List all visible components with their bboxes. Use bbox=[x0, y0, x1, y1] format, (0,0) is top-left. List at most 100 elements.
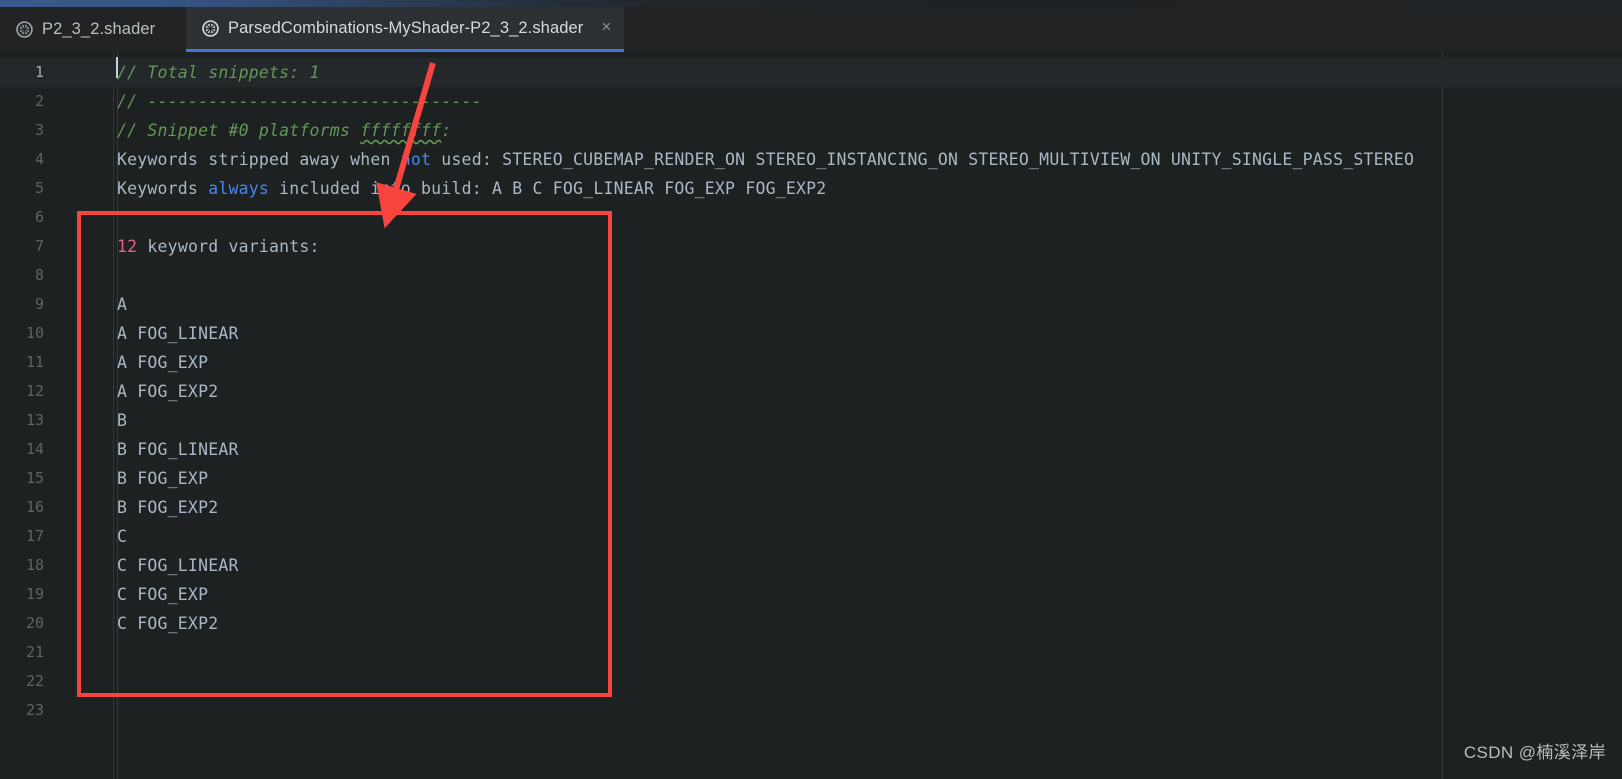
tab-p2-3-2-shader[interactable]: P2_3_2.shader bbox=[0, 7, 179, 52]
code-token: B bbox=[117, 411, 128, 430]
code-line[interactable]: 10 A FOG_LINEAR bbox=[0, 319, 1622, 348]
code-line[interactable]: 9A bbox=[0, 290, 1622, 319]
code-line[interactable]: 8 bbox=[0, 261, 1622, 290]
code-line[interactable]: 1 // Total snippets: 1 bbox=[0, 58, 1622, 87]
code-line[interactable]: 20 C FOG_EXP2 bbox=[0, 609, 1622, 638]
text-caret bbox=[116, 57, 118, 78]
line-number: 8 bbox=[34, 266, 44, 284]
code-token: C FOG_LINEAR bbox=[117, 556, 239, 575]
code-text: // --------------------------------- bbox=[117, 87, 482, 116]
code-token: always bbox=[208, 179, 270, 198]
line-number: 4 bbox=[34, 150, 44, 168]
code-token: 12 bbox=[117, 237, 138, 256]
close-icon[interactable]: × bbox=[598, 18, 614, 36]
code-line[interactable]: 11 A FOG_EXP bbox=[0, 348, 1622, 377]
tab-label: P2_3_2.shader bbox=[42, 20, 156, 38]
code-text: 12 keyword variants: bbox=[117, 232, 320, 261]
code-text: B FOG_EXP2 bbox=[117, 493, 218, 522]
line-number: 16 bbox=[25, 498, 44, 516]
line-number: 15 bbox=[25, 469, 44, 487]
line-number: 22 bbox=[25, 672, 44, 690]
line-number: 7 bbox=[34, 237, 44, 255]
code-line[interactable]: 5 Keywords always included into build: A … bbox=[0, 174, 1622, 203]
line-number: 6 bbox=[34, 208, 44, 226]
code-line[interactable]: 22 bbox=[0, 667, 1622, 696]
code-text: Keywords always included into build: A B… bbox=[117, 174, 826, 203]
tab-parsedcombinations-myshader-p2-3-2-shader[interactable]: ParsedCombinations-MyShader-P2_3_2.shade… bbox=[186, 7, 625, 52]
line-number: 11 bbox=[25, 353, 44, 371]
code-text: A FOG_LINEAR bbox=[117, 319, 239, 348]
code-token: B FOG_LINEAR bbox=[117, 440, 239, 459]
shader-file-icon bbox=[202, 19, 219, 37]
code-line[interactable]: 19 C FOG_EXP bbox=[0, 580, 1622, 609]
code-token: // Total snippets: 1 bbox=[117, 63, 320, 82]
code-line[interactable]: 15 B FOG_EXP bbox=[0, 464, 1622, 493]
line-number: 3 bbox=[34, 121, 44, 139]
code-line[interactable]: 12 A FOG_EXP2 bbox=[0, 377, 1622, 406]
tab-label: ParsedCombinations-MyShader-P2_3_2.shade… bbox=[228, 18, 584, 37]
code-token: Keywords bbox=[117, 179, 209, 198]
code-token: not bbox=[400, 150, 432, 169]
code-line[interactable]: 13 B bbox=[0, 406, 1622, 435]
code-text: C bbox=[117, 522, 127, 551]
code-line[interactable]: 6 bbox=[0, 203, 1622, 232]
shader-file-icon bbox=[16, 21, 33, 38]
ide-window: P2_3_2.shader ParsedCombinations-MyShade… bbox=[0, 0, 1622, 779]
code-token: : bbox=[441, 121, 452, 140]
code-text: A FOG_EXP bbox=[117, 348, 208, 377]
line-number: 21 bbox=[25, 643, 44, 661]
code-token: B FOG_EXP2 bbox=[117, 498, 219, 517]
code-token: ffffffff bbox=[360, 121, 442, 140]
code-text: C FOG_EXP bbox=[117, 580, 208, 609]
code-line[interactable]: 16 B FOG_EXP2 bbox=[0, 493, 1622, 522]
code-line[interactable]: 14 B FOG_LINEAR bbox=[0, 435, 1622, 464]
code-token: keyword variants: bbox=[137, 237, 320, 256]
line-number: 18 bbox=[25, 556, 44, 574]
code-token: C FOG_EXP bbox=[117, 585, 209, 604]
code-token: used: STEREO_CUBEMAP_RENDER_ON STEREO_IN… bbox=[431, 150, 1415, 169]
code-text: C FOG_LINEAR bbox=[117, 551, 239, 580]
code-token: // --------------------------------- bbox=[117, 92, 482, 111]
code-text: C FOG_EXP2 bbox=[117, 609, 218, 638]
code-text: Keywords stripped away when not used: ST… bbox=[117, 145, 1414, 174]
line-number: 14 bbox=[25, 440, 44, 458]
line-number: 20 bbox=[25, 614, 44, 632]
code-text: A FOG_EXP2 bbox=[117, 377, 218, 406]
line-number: 13 bbox=[25, 411, 44, 429]
line-number: 12 bbox=[25, 382, 44, 400]
code-token: A bbox=[117, 295, 128, 314]
code-line[interactable]: 21 bbox=[0, 638, 1622, 667]
code-token: A FOG_EXP bbox=[117, 353, 209, 372]
code-line[interactable]: 2 // --------------------------------- bbox=[0, 87, 1622, 116]
code-token: B FOG_EXP bbox=[117, 469, 209, 488]
csdn-watermark: CSDN @楠溪泽岸 bbox=[1463, 743, 1606, 762]
line-number: 19 bbox=[25, 585, 44, 603]
line-number: 10 bbox=[25, 324, 44, 342]
line-number: 9 bbox=[34, 295, 44, 313]
code-token: Keywords stripped away when bbox=[117, 150, 401, 169]
code-token: included into build: A B C FOG_LINEAR FO… bbox=[269, 179, 827, 198]
code-text: B FOG_EXP bbox=[117, 464, 208, 493]
code-text: // Total snippets: 1 bbox=[117, 58, 320, 87]
line-number: 23 bbox=[25, 701, 44, 719]
code-editor[interactable]: 1 // Total snippets: 1 2 // ---------------… bbox=[0, 52, 1622, 779]
window-top-accent-strip bbox=[0, 0, 1622, 7]
code-text: // Snippet #0 platforms ffffffff: bbox=[117, 116, 451, 145]
code-line[interactable]: 4 Keywords stripped away when not used: S… bbox=[0, 145, 1622, 174]
code-line[interactable]: 18 C FOG_LINEAR bbox=[0, 551, 1622, 580]
code-token: C bbox=[117, 527, 128, 546]
code-token: C FOG_EXP2 bbox=[117, 614, 219, 633]
line-number: 2 bbox=[34, 92, 44, 110]
code-text: B bbox=[117, 406, 127, 435]
line-number: 17 bbox=[25, 527, 44, 545]
code-token: // Snippet #0 platforms bbox=[117, 121, 361, 140]
code-line[interactable]: 7 12 keyword variants: bbox=[0, 232, 1622, 261]
code-token: A FOG_EXP2 bbox=[117, 382, 219, 401]
editor-tab-bar: P2_3_2.shader ParsedCombinations-MyShade… bbox=[0, 7, 1622, 52]
code-text: B FOG_LINEAR bbox=[117, 435, 239, 464]
code-token: A FOG_LINEAR bbox=[117, 324, 239, 343]
code-line[interactable]: 3 // Snippet #0 platforms ffffffff: bbox=[0, 116, 1622, 145]
line-number: 5 bbox=[34, 179, 44, 197]
code-line[interactable]: 23 bbox=[0, 696, 1622, 725]
code-line[interactable]: 17 C bbox=[0, 522, 1622, 551]
